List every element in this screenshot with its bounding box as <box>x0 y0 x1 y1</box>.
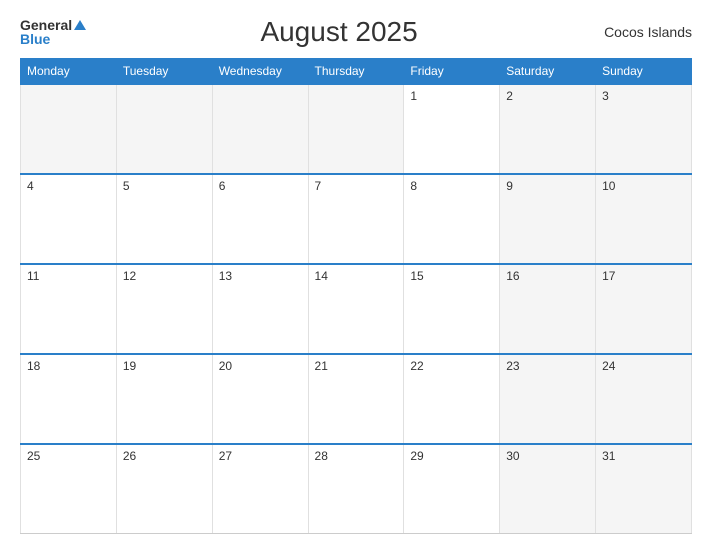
table-row: 30 <box>500 444 596 534</box>
table-row: 16 <box>500 264 596 354</box>
header: General Blue August 2025 Cocos Islands <box>20 16 692 48</box>
day-number: 7 <box>315 179 322 193</box>
day-number: 19 <box>123 359 136 373</box>
table-row: 15 <box>404 264 500 354</box>
day-number: 21 <box>315 359 328 373</box>
month-title: August 2025 <box>86 16 592 48</box>
day-number: 12 <box>123 269 136 283</box>
col-tuesday: Tuesday <box>116 59 212 85</box>
table-row <box>116 84 212 174</box>
calendar-week-row: 11 12 13 14 15 16 17 <box>21 264 692 354</box>
table-row: 10 <box>596 174 692 264</box>
table-row: 23 <box>500 354 596 444</box>
day-number: 15 <box>410 269 423 283</box>
table-row: 28 <box>308 444 404 534</box>
day-number: 24 <box>602 359 615 373</box>
table-row: 2 <box>500 84 596 174</box>
day-number: 29 <box>410 449 423 463</box>
table-row: 29 <box>404 444 500 534</box>
table-row: 31 <box>596 444 692 534</box>
col-wednesday: Wednesday <box>212 59 308 85</box>
logo-triangle-icon <box>74 20 86 30</box>
calendar-week-row: 1 2 3 <box>21 84 692 174</box>
table-row: 3 <box>596 84 692 174</box>
table-row <box>212 84 308 174</box>
day-number: 28 <box>315 449 328 463</box>
day-number: 27 <box>219 449 232 463</box>
day-number: 20 <box>219 359 232 373</box>
day-number: 11 <box>27 269 39 283</box>
day-number: 18 <box>27 359 40 373</box>
table-row: 6 <box>212 174 308 264</box>
table-row: 11 <box>21 264 117 354</box>
day-number: 17 <box>602 269 615 283</box>
table-row: 14 <box>308 264 404 354</box>
table-row: 12 <box>116 264 212 354</box>
day-number: 4 <box>27 179 34 193</box>
day-number: 30 <box>506 449 519 463</box>
table-row <box>308 84 404 174</box>
logo-blue-text: Blue <box>20 32 50 46</box>
day-number: 2 <box>506 89 513 103</box>
table-row: 25 <box>21 444 117 534</box>
table-row: 9 <box>500 174 596 264</box>
table-row: 8 <box>404 174 500 264</box>
day-number: 31 <box>602 449 615 463</box>
col-saturday: Saturday <box>500 59 596 85</box>
table-row: 27 <box>212 444 308 534</box>
table-row: 26 <box>116 444 212 534</box>
table-row: 5 <box>116 174 212 264</box>
calendar-week-row: 18 19 20 21 22 23 24 <box>21 354 692 444</box>
day-number: 25 <box>27 449 40 463</box>
table-row <box>21 84 117 174</box>
col-monday: Monday <box>21 59 117 85</box>
day-number: 6 <box>219 179 226 193</box>
table-row: 13 <box>212 264 308 354</box>
day-number: 16 <box>506 269 519 283</box>
day-number: 14 <box>315 269 328 283</box>
calendar-week-row: 4 5 6 7 8 9 10 <box>21 174 692 264</box>
col-thursday: Thursday <box>308 59 404 85</box>
day-number: 5 <box>123 179 130 193</box>
logo-general-text: General <box>20 18 72 32</box>
table-row: 4 <box>21 174 117 264</box>
table-row: 17 <box>596 264 692 354</box>
col-sunday: Sunday <box>596 59 692 85</box>
table-row: 20 <box>212 354 308 444</box>
table-row: 1 <box>404 84 500 174</box>
day-number: 3 <box>602 89 609 103</box>
col-friday: Friday <box>404 59 500 85</box>
calendar-table: Monday Tuesday Wednesday Thursday Friday… <box>20 58 692 534</box>
day-number: 9 <box>506 179 513 193</box>
region-label: Cocos Islands <box>592 24 692 40</box>
calendar-header-row: Monday Tuesday Wednesday Thursday Friday… <box>21 59 692 85</box>
day-number: 8 <box>410 179 417 193</box>
logo: General Blue <box>20 18 86 46</box>
day-number: 1 <box>410 89 417 103</box>
day-number: 23 <box>506 359 519 373</box>
day-number: 26 <box>123 449 136 463</box>
table-row: 21 <box>308 354 404 444</box>
table-row: 24 <box>596 354 692 444</box>
day-number: 10 <box>602 179 615 193</box>
table-row: 22 <box>404 354 500 444</box>
table-row: 7 <box>308 174 404 264</box>
day-number: 22 <box>410 359 423 373</box>
table-row: 19 <box>116 354 212 444</box>
calendar-week-row: 25 26 27 28 29 30 31 <box>21 444 692 534</box>
day-number: 13 <box>219 269 232 283</box>
table-row: 18 <box>21 354 117 444</box>
calendar-page: General Blue August 2025 Cocos Islands M… <box>0 0 712 550</box>
